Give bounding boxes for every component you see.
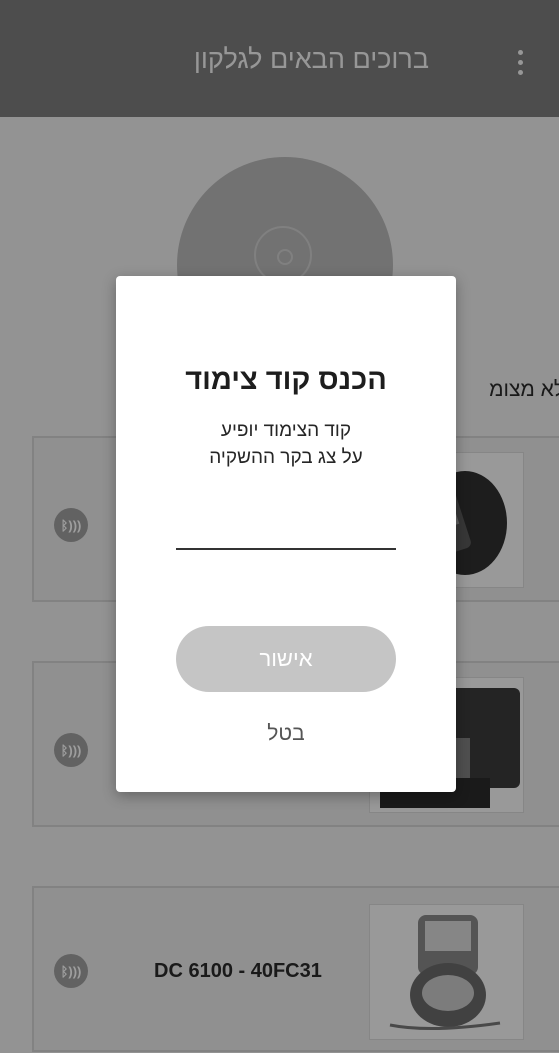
cancel-button[interactable]: בטל [236,716,336,752]
dialog-message-line-2: על צג בקר ההשקיה [209,447,363,468]
pairing-code-input[interactable] [176,500,396,550]
dialog-message-line-1: קוד הצימוד יופיע [220,420,352,441]
dialog-title: הכנס קוד צימוד [185,364,387,396]
pairing-code-dialog: הכנס קוד צימוד קוד הצימוד יופיע על צג בק… [116,276,456,792]
dialog-message: קוד הצימוד יופיע על צג בקר ההשקיה [116,417,456,471]
confirm-button[interactable]: אישור [176,626,396,692]
